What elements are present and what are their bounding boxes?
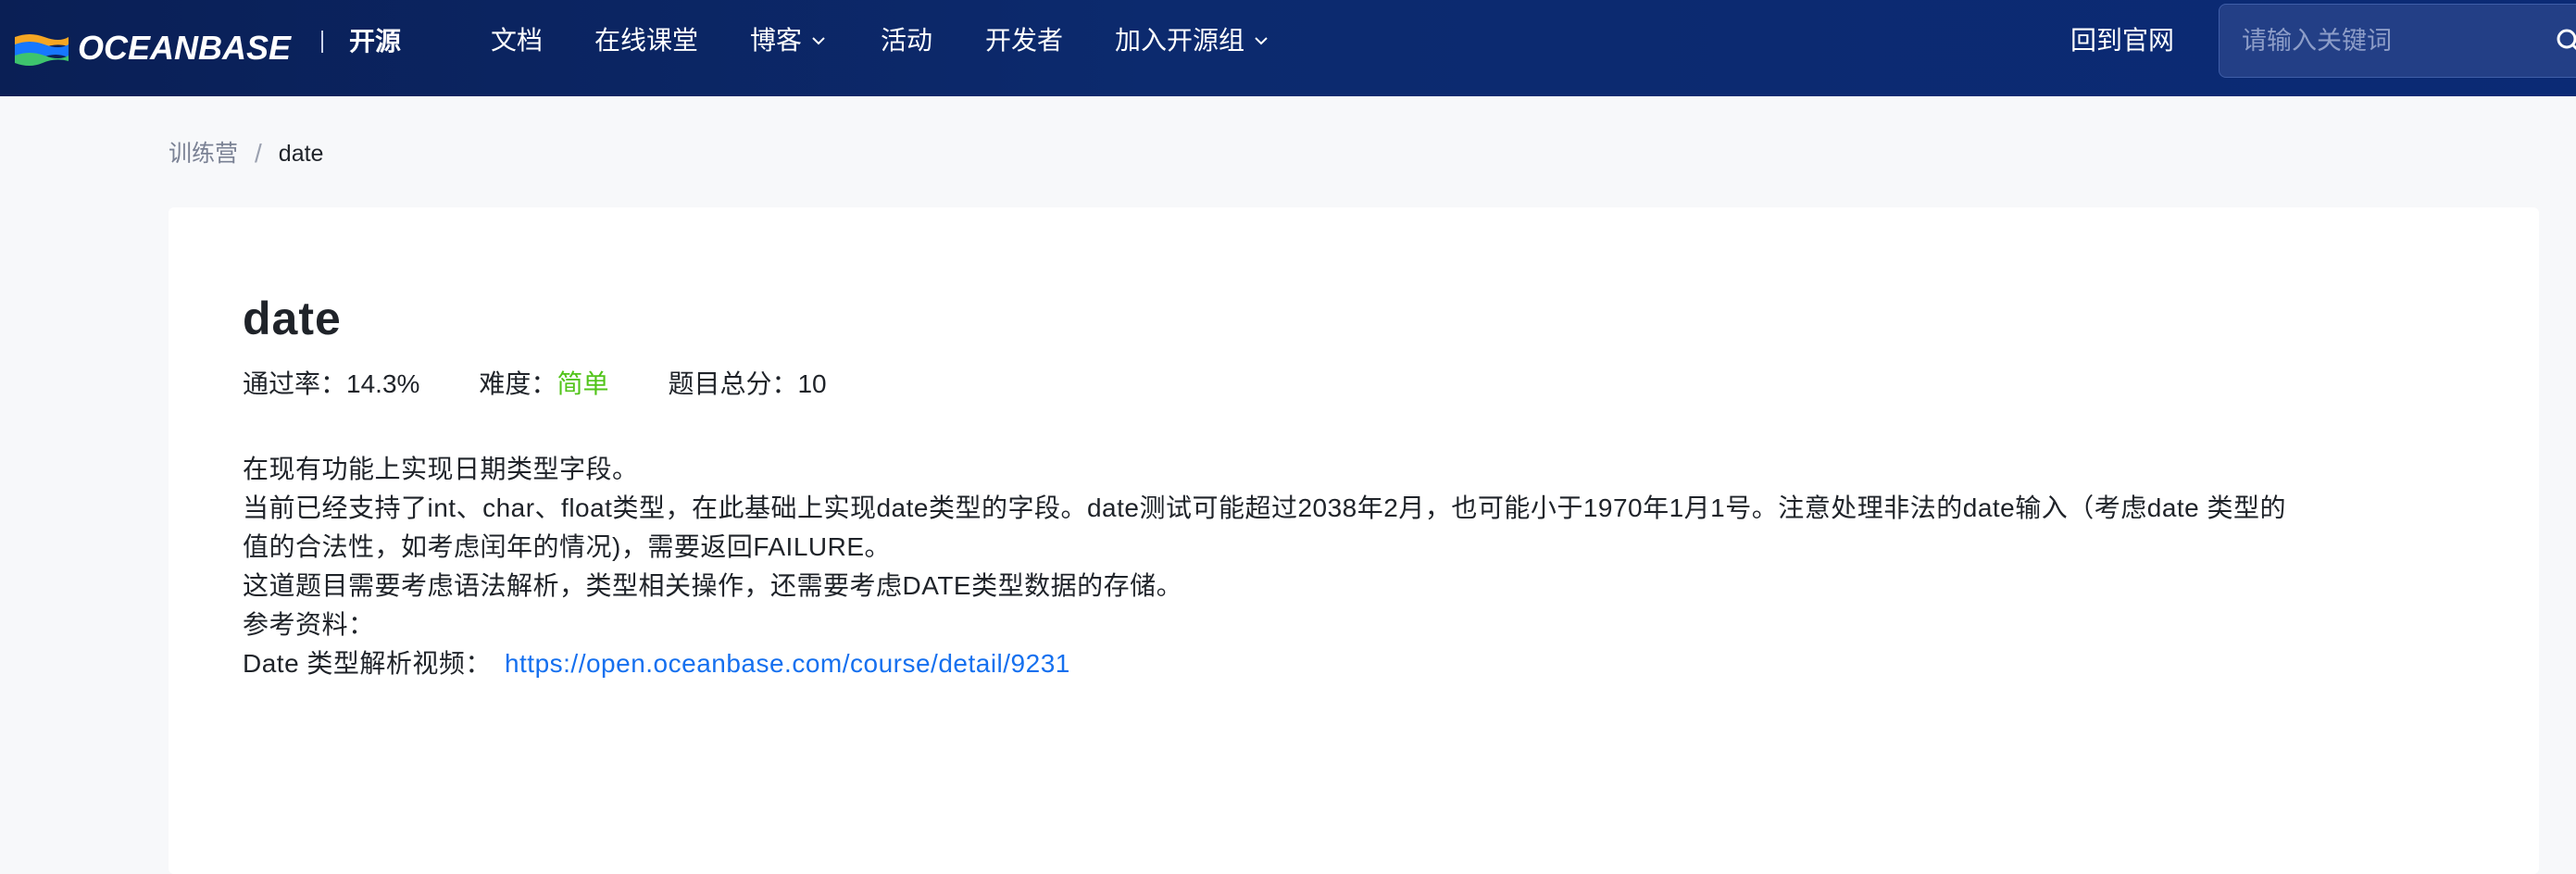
reference-video-link[interactable]: https://open.oceanbase.com/course/detail… (505, 649, 1070, 678)
nav-online-course-label: 在线课堂 (594, 26, 699, 55)
total-score-value: 10 (797, 369, 827, 398)
reference-line: Date 类型解析视频： https://open.oceanbase.com/c… (243, 644, 2465, 683)
search-icon[interactable] (2555, 27, 2576, 55)
breadcrumb: 训练营 / date (169, 135, 323, 172)
problem-description: 在现有功能上实现日期类型字段。 当前已经支持了int、char、float类型，… (243, 450, 2465, 683)
nav-blog-label: 博客 (750, 26, 803, 55)
pass-rate: 通过率： 14.3% (243, 366, 419, 403)
breadcrumb-current: date (278, 141, 324, 167)
brand-subtitle[interactable]: 开源 (349, 23, 401, 60)
nav-join-community[interactable]: 加入开源组 (1115, 22, 1269, 59)
breadcrumb-separator: / (255, 139, 262, 168)
search-input[interactable] (2242, 26, 2547, 56)
reference-label: Date 类型解析视频： (243, 649, 492, 678)
nav-developers[interactable]: 开发者 (985, 22, 1063, 59)
nav-docs-label: 文档 (491, 26, 544, 55)
top-navbar: OCEANBASE 开源 文档 在线课堂 博客 活动 开发者 加入开源组 回到官… (0, 0, 2576, 96)
difficulty-value: 简单 (556, 369, 609, 398)
brand-name: OCEANBASE (78, 29, 292, 67)
search-box[interactable] (2219, 4, 2576, 78)
problem-card: date 通过率： 14.3% 难度： 简单 题目总分： 10 在现有功能上实现… (169, 207, 2539, 874)
difficulty: 难度： 简单 (479, 366, 608, 403)
chevron-down-icon (1255, 37, 1268, 45)
difficulty-label: 难度： (479, 369, 557, 398)
description-line: 参考资料： (243, 610, 375, 639)
description-line: 当前已经支持了int、char、float类型，在此基础上实现date类型的字段… (243, 493, 2287, 522)
breadcrumb-training-camp[interactable]: 训练营 (169, 135, 238, 172)
problem-title: date (243, 293, 342, 344)
total-score-label: 题目总分： (668, 369, 798, 398)
description-line: 这道题目需要考虑语法解析，类型相关操作，还需要考虑DATE类型数据的存储。 (243, 571, 1183, 600)
pass-rate-value: 14.3% (346, 369, 420, 398)
nav-events[interactable]: 活动 (881, 22, 932, 59)
oceanbase-logo[interactable]: OCEANBASE (13, 24, 291, 72)
nav-blog[interactable]: 博客 (750, 22, 826, 59)
nav-join-community-label: 加入开源组 (1115, 26, 1245, 55)
problem-meta: 通过率： 14.3% 难度： 简单 题目总分： 10 (243, 366, 827, 403)
description-line: 值的合法性，如考虑闰年的情况)，需要返回FAILURE。 (243, 532, 892, 561)
total-score: 题目总分： 10 (668, 366, 826, 403)
nav-back-to-official-site-label: 回到官网 (2070, 26, 2175, 55)
nav-online-course[interactable]: 在线课堂 (594, 22, 698, 59)
nav-docs[interactable]: 文档 (491, 22, 543, 59)
nav-back-to-official-site[interactable]: 回到官网 (2070, 22, 2174, 59)
pass-rate-label: 通过率： (243, 369, 347, 398)
description-line: 在现有功能上实现日期类型字段。 (243, 455, 639, 483)
nav-developers-label: 开发者 (985, 26, 1064, 55)
chevron-down-icon (812, 37, 825, 45)
nav-events-label: 活动 (881, 26, 933, 55)
oceanbase-logo-icon (15, 34, 69, 66)
brand-divider (321, 31, 323, 53)
